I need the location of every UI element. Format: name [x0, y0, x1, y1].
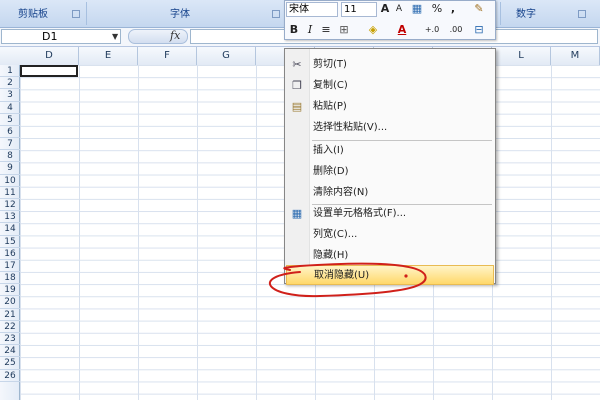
menu-item-label: 删除(D): [313, 166, 349, 177]
row-header[interactable]: 6: [0, 126, 20, 139]
menu-item-label: 插入(I): [313, 145, 344, 156]
row-header[interactable]: 8: [0, 150, 20, 163]
copy-icon: ❐: [292, 79, 302, 92]
group-label-clipboard: 剪贴板: [18, 9, 48, 20]
menu-item-label: 粘贴(P): [313, 101, 347, 112]
column-header[interactable]: L: [492, 47, 551, 65]
menu-item-cut[interactable]: ✂ 剪切(T): [286, 55, 494, 75]
row-header[interactable]: 15: [0, 236, 20, 248]
bold-button[interactable]: B: [287, 22, 301, 38]
row-header[interactable]: 2: [0, 77, 20, 90]
row-header[interactable]: 4: [0, 102, 20, 114]
menu-item-column-width[interactable]: 列宽(C)...: [286, 225, 494, 245]
group-separator: [86, 2, 87, 25]
row-header[interactable]: 20: [0, 296, 20, 309]
row-header[interactable]: 5: [0, 114, 20, 126]
row-header[interactable]: 10: [0, 175, 20, 187]
row-header[interactable]: 11: [0, 187, 20, 199]
menu-item-label: 选择性粘贴(V)...: [313, 122, 388, 133]
font-dialog-launcher-icon[interactable]: [272, 10, 280, 18]
italic-button[interactable]: I: [303, 22, 317, 38]
row-header-bar: 1 2 3 4 5 6 7 8 9 10 11 12 13 14 15 16 17 18 19 20 21 22 23 24 2…: [0, 65, 20, 400]
row-header[interactable]: 16: [0, 248, 20, 260]
active-cell[interactable]: [20, 65, 78, 77]
row-header[interactable]: 18: [0, 272, 20, 285]
menu-item-label: 清除内容(N): [313, 187, 369, 198]
row-header[interactable]: 19: [0, 284, 20, 297]
font-size-field[interactable]: 11: [341, 2, 377, 17]
format-cells-icon: ▦: [291, 207, 303, 220]
row-header[interactable]: 13: [0, 211, 20, 224]
menu-item-copy[interactable]: ❐ 复制(C): [286, 76, 494, 96]
percent-button[interactable]: %: [430, 1, 444, 17]
format-style-icon[interactable]: ▦: [409, 1, 425, 17]
merge-cells-icon[interactable]: ⊟: [471, 22, 487, 38]
format-painter-icon[interactable]: ✎: [471, 1, 487, 17]
paste-icon: ▤: [291, 100, 303, 113]
row-header[interactable]: 3: [0, 89, 20, 102]
scissors-icon: ✂: [292, 58, 302, 71]
row-header[interactable]: 24: [0, 345, 20, 358]
menu-item-label: 剪切(T): [313, 59, 347, 70]
number-dialog-launcher-icon[interactable]: [578, 10, 586, 18]
group-label-font: 字体: [170, 9, 190, 20]
row-header[interactable]: 9: [0, 162, 20, 175]
shrink-font-button[interactable]: A: [393, 1, 405, 17]
menu-item-label: 复制(C): [313, 80, 348, 91]
row-header[interactable]: 25: [0, 357, 20, 370]
decrease-decimal-button[interactable]: .00: [445, 22, 467, 38]
align-center-button[interactable]: ≡: [319, 22, 333, 38]
context-menu: ✂ 剪切(T) ❐ 复制(C) ▤ 粘贴(P) 选择性粘贴(V)... 插入(I…: [284, 48, 496, 285]
row-header[interactable]: 7: [0, 138, 20, 151]
menu-item-label: 取消隐藏(U): [314, 270, 370, 281]
group-separator: [500, 2, 501, 25]
row-header[interactable]: 26: [0, 370, 20, 382]
group-label-number: 数字: [516, 9, 536, 20]
grow-font-button[interactable]: A: [379, 1, 391, 17]
menu-item-clear-contents[interactable]: 清除内容(N): [286, 183, 494, 203]
name-box[interactable]: D1: [1, 29, 121, 44]
row-header[interactable]: 12: [0, 199, 20, 212]
menu-item-paste-special[interactable]: 选择性粘贴(V)...: [286, 118, 494, 138]
font-color-button[interactable]: A: [395, 22, 409, 38]
menu-item-label: 设置单元格格式(F)...: [313, 208, 407, 219]
increase-decimal-button[interactable]: +.0: [421, 22, 443, 38]
row-header[interactable]: 22: [0, 321, 20, 333]
column-header[interactable]: F: [138, 47, 197, 65]
comma-button[interactable]: ,: [447, 1, 459, 17]
row-header[interactable]: 1: [0, 65, 20, 78]
chevron-down-icon[interactable]: ▼: [112, 32, 118, 41]
column-header[interactable]: G: [197, 47, 256, 65]
row-header[interactable]: 21: [0, 309, 20, 321]
fill-color-icon[interactable]: ◈: [365, 22, 381, 38]
menu-item-paste[interactable]: ▤ 粘贴(P): [286, 97, 494, 117]
borders-icon[interactable]: ⊞: [337, 22, 351, 38]
menu-item-unhide[interactable]: 取消隐藏(U): [286, 265, 494, 285]
menu-item-delete[interactable]: 删除(D): [286, 162, 494, 182]
menu-item-label: 隐藏(H): [313, 250, 349, 261]
mini-toolbar: 宋体 11 A A ▦ % , ✎ B I ≡ ⊞ ◈ A +.0 .00 ⊟: [284, 0, 496, 40]
menu-item-hide[interactable]: 隐藏(H): [286, 246, 494, 266]
column-header[interactable]: E: [79, 47, 138, 65]
menu-item-label: 列宽(C)...: [313, 229, 358, 240]
row-header[interactable]: 14: [0, 223, 20, 236]
row-header[interactable]: 17: [0, 260, 20, 273]
clipboard-dialog-launcher-icon[interactable]: [72, 10, 80, 18]
column-header[interactable]: M: [551, 47, 600, 65]
font-name-field[interactable]: 宋体: [286, 2, 338, 17]
menu-item-format-cells[interactable]: ▦ 设置单元格格式(F)...: [286, 204, 494, 224]
row-header[interactable]: 23: [0, 333, 20, 346]
column-header[interactable]: D: [20, 47, 79, 65]
menu-item-insert[interactable]: 插入(I): [286, 141, 494, 161]
insert-function-icon[interactable]: fx: [170, 29, 180, 42]
